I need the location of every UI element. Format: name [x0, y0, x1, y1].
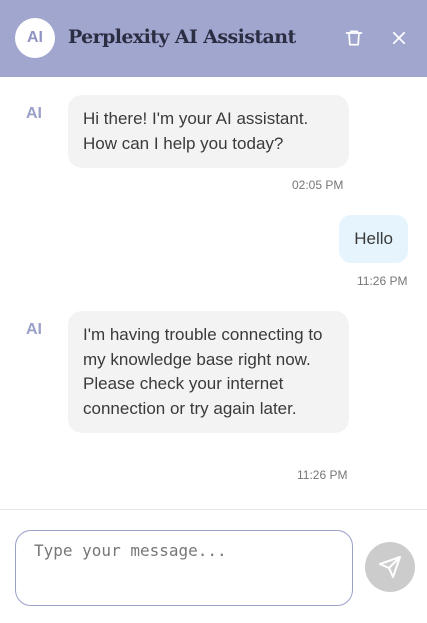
clear-chat-button[interactable] [342, 26, 366, 50]
ai-sender-label: AI [26, 321, 42, 338]
close-icon [392, 31, 406, 45]
send-icon [379, 556, 401, 578]
ai-sender-label: AI [26, 105, 42, 122]
message-timestamp: 11:26 PM [357, 274, 408, 288]
ai-message-bubble: I'm having trouble connecting to my know… [68, 311, 349, 433]
user-message-bubble: Hello [339, 215, 408, 263]
close-chat-button[interactable] [387, 26, 411, 50]
assistant-avatar: AI [15, 18, 55, 58]
send-button[interactable] [365, 542, 415, 592]
trash-icon [345, 30, 363, 46]
ai-message-bubble: Hi there! I'm your AI assistant. How can… [68, 95, 349, 168]
message-input-container[interactable] [15, 530, 353, 606]
chat-header: AI Perplexity AI Assistant [0, 0, 427, 77]
message-list[interactable]: AI Hi there! I'm your AI assistant. How … [0, 77, 427, 509]
chat-title: Perplexity AI Assistant [68, 26, 296, 48]
message-timestamp: 11:26 PM [297, 468, 348, 482]
message-timestamp: 02:05 PM [292, 178, 344, 192]
message-input[interactable] [34, 541, 334, 597]
composer-divider [0, 509, 427, 510]
